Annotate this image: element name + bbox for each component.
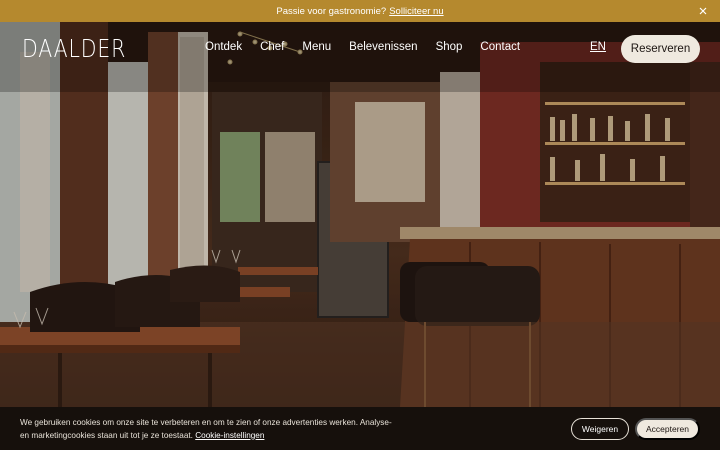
nav-shop[interactable]: Shop: [436, 41, 463, 53]
accept-button[interactable]: Accepteren: [635, 418, 700, 440]
apply-now-link[interactable]: Solliciteer nu: [389, 6, 443, 17]
nav-ontdek[interactable]: Ontdek: [205, 41, 242, 53]
main-nav: Ontdek Chef Menu Belevenissen Shop Conta…: [205, 41, 538, 53]
cookie-settings-link[interactable]: Cookie-instellingen: [195, 431, 264, 440]
hero-image: [0, 22, 720, 407]
nav-belevenissen[interactable]: Belevenissen: [349, 41, 417, 53]
announcement-text: Passie voor gastronomie?: [276, 5, 387, 17]
nav-chef[interactable]: Chef: [260, 41, 284, 53]
decline-button[interactable]: Weigeren: [571, 418, 629, 440]
close-icon[interactable]: [696, 4, 710, 18]
language-switch[interactable]: EN: [590, 41, 606, 53]
daalder-logo[interactable]: DAALDER: [22, 34, 126, 63]
announcement-bar: Passie voor gastronomie? Solliciteer nu: [0, 0, 720, 22]
cookie-text-block: We gebruiken cookies om onze site te ver…: [20, 417, 400, 442]
nav-menu[interactable]: Menu: [302, 41, 331, 53]
reserve-button[interactable]: Reserveren: [621, 35, 700, 63]
cookie-banner: We gebruiken cookies om onze site te ver…: [0, 407, 720, 450]
site-header: DAALDER Ontdek Chef Menu Belevenissen Sh…: [0, 22, 720, 74]
nav-contact[interactable]: Contact: [480, 41, 520, 53]
